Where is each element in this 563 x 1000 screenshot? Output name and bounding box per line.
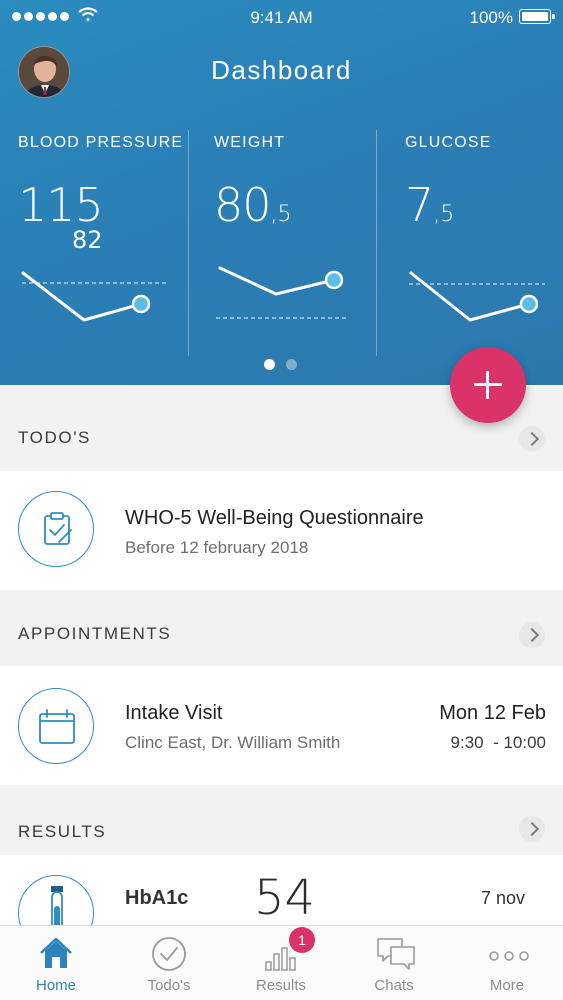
tab-label: More <box>489 977 525 994</box>
section-title: APPOINTMENTS <box>18 624 172 643</box>
appointment-item[interactable]: Intake Visit Clinc East, Dr. William Smi… <box>0 666 563 785</box>
tab-label: Results <box>255 977 307 994</box>
page-dot[interactable] <box>286 359 297 370</box>
tab-results[interactable]: Results <box>225 926 337 1000</box>
checkmark-circle-icon <box>152 937 186 971</box>
results-section-header[interactable]: RESULTS <box>0 785 563 855</box>
appointment-time: 9:30 - 10:00 <box>450 733 546 752</box>
tab-todos[interactable]: Todo's <box>113 926 225 1000</box>
todo-title: WHO-5 Well-Being Questionnaire <box>125 507 424 529</box>
weight-sparkline <box>216 266 349 319</box>
chevron-right-icon[interactable] <box>519 426 545 452</box>
appointment-location: Clinc East, Dr. William Smith <box>125 733 341 752</box>
todo-item[interactable]: WHO-5 Well-Being Questionnaire Before 12… <box>0 471 563 590</box>
results-badge: 1 <box>289 927 315 953</box>
result-item[interactable]: HbA1c 54 7 nov <box>0 855 563 925</box>
chevron-right-icon[interactable] <box>519 622 545 648</box>
result-name: HbA1c <box>125 887 189 909</box>
appointments-section-header[interactable]: APPOINTMENTS <box>0 590 563 666</box>
blood-pressure-sparkline <box>21 271 168 322</box>
tab-label: Home <box>35 977 76 994</box>
chevron-right-icon[interactable] <box>519 816 545 842</box>
page-indicator[interactable] <box>264 359 297 370</box>
tab-more[interactable]: More <box>451 926 563 1000</box>
more-dots-icon <box>489 951 529 961</box>
tab-bar: Home Todo's Results Chats More <box>0 925 563 1000</box>
home-icon <box>40 937 72 968</box>
metric-divider <box>188 130 189 356</box>
section-title: RESULTS <box>18 822 107 841</box>
tab-chats[interactable]: Chats <box>338 926 450 1000</box>
clipboard-icon <box>18 491 94 567</box>
test-tube-icon <box>18 875 94 925</box>
appointment-date: Mon 12 Feb <box>439 702 546 724</box>
todo-due-date: Before 12 february 2018 <box>125 538 309 557</box>
tab-home[interactable]: Home <box>0 926 112 1000</box>
glucose-sparkline <box>409 271 545 322</box>
result-date: 7 nov <box>480 888 525 908</box>
battery-percentage: 100% <box>469 8 513 27</box>
section-title: TODO'S <box>18 428 91 447</box>
result-value: 54 <box>254 870 316 925</box>
dashboard-header: 9:41 AM 100% Dashboard BLOOD PRESSURE 11… <box>0 0 563 385</box>
page-title: Dashboard <box>211 55 352 85</box>
appointment-title: Intake Visit <box>125 702 223 724</box>
battery-icon <box>519 9 555 24</box>
tab-label: Chats <box>374 977 414 994</box>
tab-label: Todo's <box>147 977 191 994</box>
chat-bubbles-icon <box>377 938 415 970</box>
add-button[interactable] <box>450 347 526 423</box>
page-dot-active[interactable] <box>264 359 275 370</box>
calendar-icon <box>18 688 94 764</box>
metric-divider <box>376 130 377 356</box>
status-bar: 9:41 AM 100% <box>0 0 563 34</box>
